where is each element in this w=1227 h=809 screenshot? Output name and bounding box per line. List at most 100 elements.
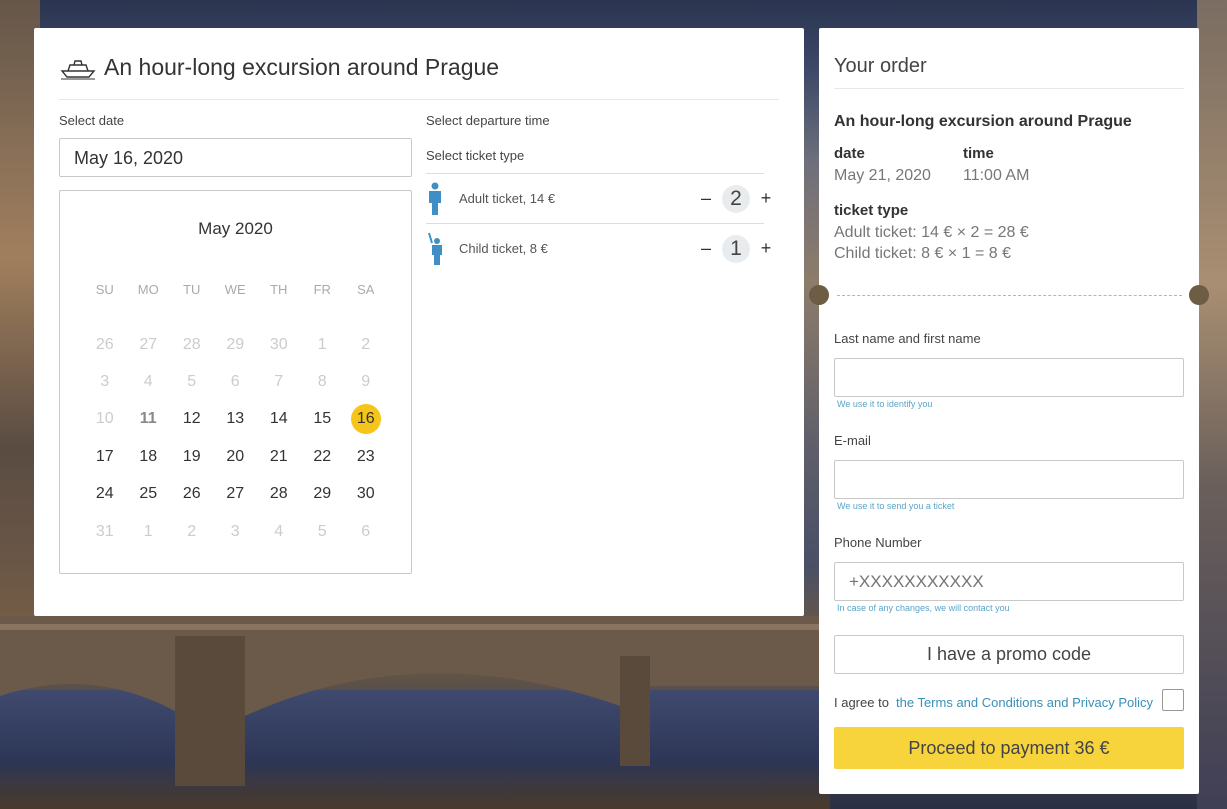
departure-time-label: Select departure time bbox=[426, 113, 550, 128]
weekday-label: TU bbox=[183, 281, 201, 297]
proceed-to-payment-button[interactable]: Proceed to payment 36 € bbox=[834, 727, 1184, 769]
decrement-button[interactable]: – bbox=[694, 238, 718, 259]
calendar-week-row: 26 27 28 29 30 1 2 bbox=[83, 326, 388, 363]
ticket-name: Child ticket, 8 € bbox=[459, 241, 548, 256]
date-input[interactable]: May 16, 2020 bbox=[59, 138, 412, 177]
weekday-label: TH bbox=[270, 281, 288, 297]
calendar-day: 2 bbox=[361, 335, 371, 353]
calendar-day[interactable]: 15 bbox=[301, 410, 345, 428]
booking-panel: An hour-long excursion around Prague Sel… bbox=[34, 28, 804, 616]
calendar-day: 1 bbox=[143, 522, 153, 540]
ticket-notch-right bbox=[1189, 285, 1209, 305]
phone-field[interactable] bbox=[834, 562, 1184, 601]
order-ticket-type-label: ticket type bbox=[834, 202, 909, 219]
calendar-day[interactable]: 21 bbox=[257, 448, 301, 466]
calendar-day[interactable]: 29 bbox=[301, 485, 345, 503]
name-field[interactable] bbox=[834, 358, 1184, 397]
calendar-day[interactable]: 19 bbox=[170, 448, 214, 466]
terms-link[interactable]: the Terms and Conditions and Privacy Pol… bbox=[896, 695, 1153, 710]
background-river bbox=[0, 690, 830, 809]
calendar-day[interactable]: 30 bbox=[344, 485, 388, 503]
agree-text: I agree to bbox=[834, 695, 889, 710]
calendar-day: 28 bbox=[182, 335, 201, 353]
calendar-day[interactable]: 22 bbox=[301, 448, 345, 466]
increment-button[interactable]: + bbox=[754, 238, 778, 259]
tour-title-row: An hour-long excursion around Prague bbox=[60, 54, 499, 81]
calendar-day: 5 bbox=[187, 373, 197, 391]
calendar-day: 26 bbox=[95, 335, 114, 353]
weekday-label: SU bbox=[95, 281, 114, 297]
calendar-day[interactable]: 23 bbox=[344, 448, 388, 466]
ship-icon bbox=[60, 59, 96, 79]
order-time-label: time bbox=[963, 145, 994, 162]
calendar-grid: SU MO TU WE TH FR SA 26 27 28 29 30 1 2 … bbox=[83, 273, 388, 550]
calendar-week-row: 10 11 12 13 14 15 16 bbox=[83, 401, 388, 438]
calendar-day: 3 bbox=[100, 373, 110, 391]
agree-checkbox[interactable] bbox=[1162, 689, 1184, 711]
calendar-day: 4 bbox=[143, 373, 153, 391]
order-adult-line: Adult ticket: 14 € × 2 = 28 € bbox=[834, 224, 1029, 241]
calendar-day[interactable]: 12 bbox=[170, 410, 214, 428]
calendar-day: 29 bbox=[226, 335, 245, 353]
divider bbox=[59, 99, 779, 100]
calendar-day[interactable]: 25 bbox=[127, 485, 171, 503]
calendar-day-selected[interactable]: 16 bbox=[344, 404, 388, 435]
order-date-value: May 21, 2020 bbox=[834, 167, 931, 184]
calendar-day[interactable]: 18 bbox=[127, 448, 171, 466]
ticket-name: Adult ticket, 14 € bbox=[459, 191, 556, 206]
child-person-icon bbox=[428, 232, 442, 265]
email-field[interactable] bbox=[834, 460, 1184, 499]
calendar-day[interactable]: 26 bbox=[170, 485, 214, 503]
ticket-notch-left bbox=[809, 285, 829, 305]
calendar-day: 7 bbox=[274, 373, 284, 391]
calendar-day: 27 bbox=[139, 335, 158, 353]
calendar-day[interactable]: 24 bbox=[83, 485, 127, 503]
calendar-day: 5 bbox=[317, 522, 327, 540]
calendar-day: 31 bbox=[95, 522, 114, 540]
calendar-day[interactable]: 14 bbox=[257, 410, 301, 428]
name-field-hint: We use it to identify you bbox=[837, 399, 933, 409]
weekday-label: FR bbox=[313, 281, 331, 297]
decrement-button[interactable]: – bbox=[694, 188, 718, 209]
order-child-line: Child ticket: 8 € × 1 = 8 € bbox=[834, 245, 1011, 262]
calendar-day: 3 bbox=[230, 522, 240, 540]
ticket-type-label: Select ticket type bbox=[426, 148, 525, 163]
calendar-day-today: 11 bbox=[139, 410, 157, 428]
calendar-weekday-row: SU MO TU WE TH FR SA bbox=[83, 273, 388, 305]
calendar-week-row: 3 4 5 6 7 8 9 bbox=[83, 363, 388, 400]
select-date-label: Select date bbox=[59, 113, 125, 128]
promo-code-button[interactable]: I have a promo code bbox=[834, 635, 1184, 674]
calendar-week-row: 24 25 26 27 28 29 30 bbox=[83, 476, 388, 513]
calendar-day: 1 bbox=[317, 335, 327, 353]
calendar-day: 8 bbox=[317, 373, 327, 391]
order-title: Your order bbox=[834, 55, 927, 77]
order-panel: Your order An hour-long excursion around… bbox=[809, 28, 1209, 794]
weekday-label: MO bbox=[137, 281, 159, 297]
weekday-label: WE bbox=[224, 281, 246, 297]
quantity-value: 2 bbox=[722, 184, 750, 213]
order-time-value: 11:00 AM bbox=[963, 167, 1030, 184]
calendar-day[interactable]: 13 bbox=[214, 410, 258, 428]
calendar: May 2020 SU MO TU WE TH FR SA 26 27 28 2… bbox=[59, 190, 412, 574]
ticket-row-child: Child ticket, 8 € – 1 + bbox=[426, 223, 771, 273]
calendar-day[interactable]: 20 bbox=[214, 448, 258, 466]
adult-person-icon bbox=[429, 182, 441, 215]
quantity-stepper: – 1 + bbox=[694, 234, 778, 263]
calendar-day: 6 bbox=[230, 373, 240, 391]
divider bbox=[834, 88, 1184, 89]
calendar-week-row: 17 18 19 20 21 22 23 bbox=[83, 438, 388, 475]
quantity-value: 1 bbox=[722, 234, 750, 263]
phone-field-label: Phone Number bbox=[834, 535, 922, 550]
calendar-week-row: 31 1 2 3 4 5 6 bbox=[83, 513, 388, 550]
selected-day-value: 16 bbox=[350, 404, 381, 435]
calendar-day[interactable]: 28 bbox=[257, 485, 301, 503]
weekday-label: SA bbox=[357, 281, 375, 297]
increment-button[interactable]: + bbox=[754, 188, 778, 209]
calendar-day[interactable]: 17 bbox=[83, 448, 127, 466]
ticket-row-adult: Adult ticket, 14 € – 2 + bbox=[426, 173, 771, 223]
calendar-day: 30 bbox=[269, 335, 288, 353]
calendar-day[interactable]: 27 bbox=[214, 485, 258, 503]
name-field-label: Last name and first name bbox=[834, 331, 981, 346]
calendar-day: 9 bbox=[361, 373, 371, 391]
ticket-list: Adult ticket, 14 € – 2 + Child ticket, 8… bbox=[426, 173, 771, 273]
